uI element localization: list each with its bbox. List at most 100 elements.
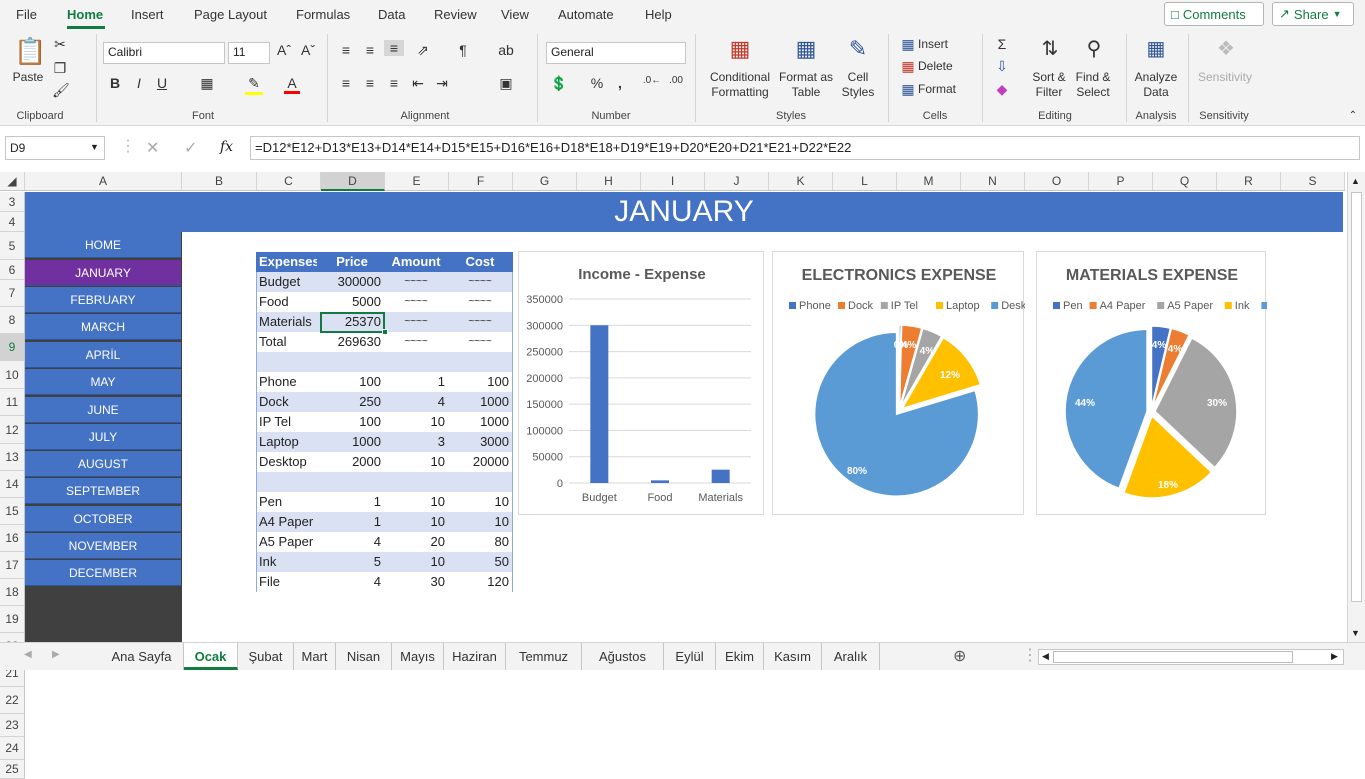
tab-home[interactable]: Home bbox=[67, 7, 103, 22]
table-cell[interactable]: ~~~~ bbox=[451, 332, 509, 352]
sheet-tab[interactable]: Kasım bbox=[764, 643, 822, 670]
table-cell[interactable]: Dock bbox=[259, 392, 317, 412]
sheet-tab[interactable]: Ağustos bbox=[582, 643, 664, 670]
column-header[interactable]: G bbox=[513, 172, 577, 191]
table-cell[interactable]: 3000 bbox=[451, 432, 509, 452]
electronics-expense-chart[interactable]: ELECTRONICS EXPENSE Phone Dock IP Tel Laptop… bbox=[772, 251, 1042, 515]
table-cell[interactable]: 80 bbox=[451, 532, 509, 552]
sheet-tab[interactable]: Nisan bbox=[336, 643, 392, 670]
tab-review[interactable]: Review bbox=[434, 7, 477, 22]
increase-font-icon[interactable]: Aˆ bbox=[276, 42, 292, 58]
tab-split-handle[interactable]: ⋮ bbox=[1022, 645, 1038, 665]
table-cell[interactable]: Laptop bbox=[259, 432, 317, 452]
increase-indent-icon[interactable]: ⇥ bbox=[434, 75, 450, 92]
table-cell[interactable]: 100 bbox=[451, 372, 509, 392]
align-right-icon[interactable]: ≡ bbox=[386, 75, 402, 91]
vertical-scrollbar[interactable]: ▲ ▼ bbox=[1347, 172, 1365, 642]
cancel-icon[interactable]: ✕ bbox=[146, 138, 159, 158]
row-header[interactable]: 10 bbox=[0, 361, 25, 389]
sort-filter-button[interactable]: Sort & Filter bbox=[1028, 70, 1070, 100]
fill-handle[interactable] bbox=[382, 329, 388, 335]
column-header[interactable]: C bbox=[257, 172, 321, 191]
table-cell[interactable]: 10 bbox=[451, 492, 509, 512]
table-cell[interactable]: Desktop bbox=[259, 452, 317, 472]
table-cell[interactable]: 4 bbox=[323, 532, 381, 552]
sheet-tab[interactable]: Eylül bbox=[664, 643, 716, 670]
find-select-icon[interactable]: ⚲ bbox=[1080, 36, 1108, 61]
cell-styles-button[interactable]: Cell Styles bbox=[834, 70, 882, 100]
wrap-text-icon[interactable]: ab bbox=[497, 42, 515, 58]
table-cell[interactable]: 2000 bbox=[323, 452, 381, 472]
table-cell[interactable]: 20 bbox=[387, 532, 445, 552]
increase-decimal-icon[interactable]: .0← bbox=[642, 75, 662, 86]
column-header[interactable]: E bbox=[385, 172, 449, 191]
format-painter-icon[interactable]: 🖌 bbox=[52, 82, 70, 99]
delete-cells-button[interactable]: Delete bbox=[918, 59, 958, 74]
table-cell[interactable]: ~~~~ bbox=[387, 312, 445, 332]
table-cell[interactable]: 300000 bbox=[323, 272, 381, 292]
sheet-tab[interactable]: Haziran bbox=[444, 643, 506, 670]
table-cell[interactable]: 30 bbox=[387, 572, 445, 592]
table-cell[interactable]: 100 bbox=[323, 372, 381, 392]
row-header[interactable]: 16 bbox=[0, 525, 25, 552]
row-header[interactable]: 23 bbox=[0, 714, 25, 737]
conditional-formatting-icon[interactable]: ▦ bbox=[726, 36, 754, 62]
table-cell[interactable]: 10 bbox=[387, 412, 445, 432]
fill-icon[interactable]: ⇩ bbox=[994, 58, 1010, 75]
cell-styles-icon[interactable]: ✎ bbox=[844, 36, 872, 62]
table-cell[interactable]: 1000 bbox=[323, 432, 381, 452]
table-cell[interactable]: 10 bbox=[387, 512, 445, 532]
table-cell[interactable] bbox=[323, 472, 381, 492]
underline-icon[interactable]: U bbox=[155, 75, 169, 91]
nav-button-july[interactable]: JULY bbox=[25, 424, 181, 450]
comments-button[interactable]: □ Comments bbox=[1164, 2, 1264, 26]
table-cell[interactable]: IP Tel bbox=[259, 412, 317, 432]
column-header[interactable]: S bbox=[1281, 172, 1345, 191]
scroll-up-icon[interactable]: ▲ bbox=[1351, 176, 1360, 186]
merge-center-icon[interactable]: ▣ bbox=[497, 75, 515, 92]
bold-icon[interactable]: B bbox=[108, 75, 122, 91]
row-header[interactable]: 24 bbox=[0, 737, 25, 760]
column-header[interactable]: N bbox=[961, 172, 1025, 191]
column-header[interactable]: K bbox=[769, 172, 833, 191]
table-cell[interactable]: 120 bbox=[451, 572, 509, 592]
row-header[interactable]: 15 bbox=[0, 498, 25, 525]
table-cell[interactable]: 10 bbox=[451, 512, 509, 532]
row-header[interactable]: 11 bbox=[0, 389, 25, 416]
table-cell[interactable] bbox=[323, 352, 381, 372]
table-cell[interactable]: 10 bbox=[387, 552, 445, 572]
table-cell[interactable]: 4 bbox=[387, 392, 445, 412]
table-cell[interactable] bbox=[259, 472, 317, 492]
tab-automate[interactable]: Automate bbox=[558, 7, 614, 22]
column-header[interactable]: M bbox=[897, 172, 961, 191]
table-cell[interactable]: 1 bbox=[323, 492, 381, 512]
table-cell[interactable] bbox=[451, 472, 509, 492]
tab-view[interactable]: View bbox=[501, 7, 529, 22]
scroll-thumb[interactable] bbox=[1351, 192, 1362, 602]
table-cell[interactable]: 250 bbox=[323, 392, 381, 412]
row-header[interactable]: 19 bbox=[0, 606, 25, 633]
chevron-down-icon[interactable]: ▼ bbox=[90, 142, 99, 152]
paragraph-icon[interactable]: ¶ bbox=[452, 42, 474, 58]
column-header[interactable]: R bbox=[1217, 172, 1281, 191]
table-cell[interactable]: Food bbox=[259, 292, 317, 312]
nav-button-december[interactable]: DECEMBER bbox=[25, 560, 181, 586]
row-header[interactable]: 22 bbox=[0, 687, 25, 714]
format-as-table-button[interactable]: Format as Table bbox=[778, 70, 834, 100]
borders-icon[interactable]: ▦ bbox=[198, 75, 216, 92]
formula-input[interactable]: =D12*E12+D13*E13+D14*E14+D15*E15+D16*E16… bbox=[250, 136, 1360, 160]
font-size-select[interactable]: 11 bbox=[228, 42, 270, 64]
fill-color-icon[interactable]: ✎ bbox=[245, 75, 263, 95]
align-center-icon[interactable]: ≡ bbox=[362, 75, 378, 91]
row-header[interactable]: 4 bbox=[0, 212, 25, 232]
column-header[interactable]: B bbox=[182, 172, 257, 191]
tab-help[interactable]: Help bbox=[645, 7, 672, 22]
sheet-tab[interactable]: Ocak bbox=[184, 643, 238, 670]
table-cell[interactable]: 50 bbox=[451, 552, 509, 572]
table-cell[interactable]: A5 Paper bbox=[259, 532, 317, 552]
delete-cells-icon[interactable]: ▦ bbox=[900, 58, 916, 75]
table-cell[interactable]: Budget bbox=[259, 272, 317, 292]
percent-icon[interactable]: % bbox=[588, 75, 606, 91]
format-cells-button[interactable]: Format bbox=[918, 82, 962, 97]
nav-button-home[interactable]: HOME bbox=[25, 232, 181, 258]
